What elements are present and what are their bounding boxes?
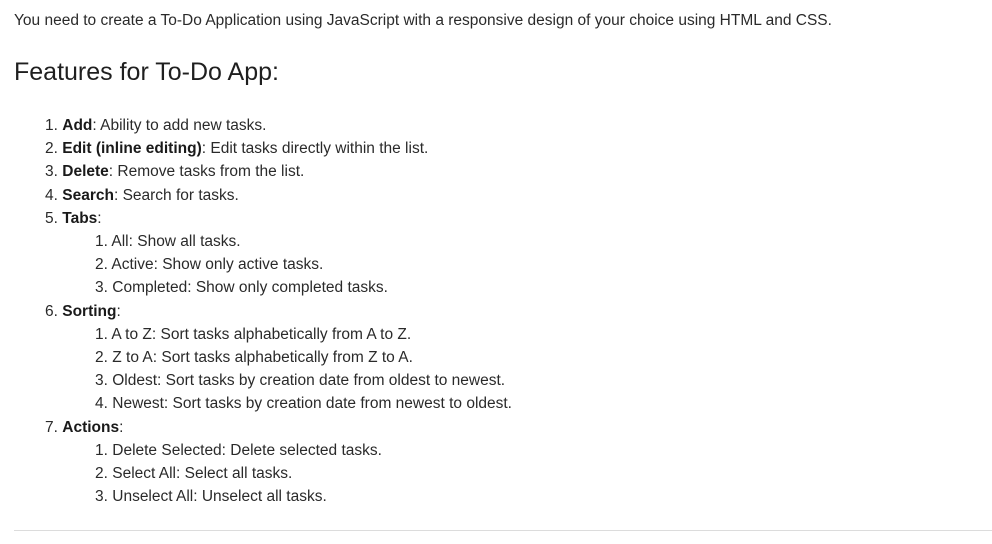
feature-term: Tabs: [62, 209, 98, 227]
sub-number: 2.: [95, 256, 108, 274]
feature-term: Search: [62, 186, 114, 204]
feature-item-actions: 7. Actions:: [45, 416, 512, 439]
sub-number: 1.: [95, 441, 108, 459]
feature-description: :: [116, 302, 121, 320]
feature-number: 5.: [45, 209, 58, 227]
feature-term: Edit (inline editing): [62, 140, 202, 158]
sub-text: All: Show all tasks.: [111, 233, 241, 251]
feature-number: 6.: [45, 302, 58, 320]
feature-item-add: 1. Add: Ability to add new tasks.: [45, 114, 512, 137]
sub-number: 3.: [95, 372, 108, 390]
feature-number: 2.: [45, 140, 58, 158]
feature-item-edit: 2. Edit (inline editing): Edit tasks dir…: [45, 137, 512, 160]
sub-text: Unselect All: Unselect all tasks.: [112, 488, 327, 506]
feature-number: 1.: [45, 117, 58, 134]
sub-item-sort-oldest: 3. Oldest: Sort tasks by creation date f…: [45, 369, 512, 392]
sub-number: 4.: [95, 395, 108, 413]
divider: [14, 530, 992, 531]
sub-text: Completed: Show only completed tasks.: [112, 279, 388, 297]
feature-item-search: 4. Search: Search for tasks.: [45, 184, 512, 207]
sub-text: Active: Show only active tasks.: [111, 256, 324, 274]
sub-item-unselect-all: 3. Unselect All: Unselect all tasks.: [45, 485, 512, 508]
feature-term: Sorting: [62, 302, 117, 320]
features-heading: Features for To-Do App:: [14, 58, 279, 86]
sub-item-sort-newest: 4. Newest: Sort tasks by creation date f…: [45, 392, 512, 415]
sub-item-delete-selected: 1. Delete Selected: Delete selected task…: [45, 439, 512, 462]
feature-number: 4.: [45, 186, 58, 204]
feature-term: Add: [62, 117, 93, 134]
sub-item-sort-z-to-a: 2. Z to A: Sort tasks alphabetically fro…: [45, 346, 512, 369]
sub-number: 1.: [95, 233, 108, 251]
sub-text: Oldest: Sort tasks by creation date from…: [112, 372, 506, 390]
sub-item-tabs-completed: 3. Completed: Show only completed tasks.: [45, 276, 512, 299]
feature-description: : Search for tasks.: [113, 186, 239, 204]
feature-term: Delete: [62, 163, 109, 181]
feature-item-sorting: 6. Sorting:: [45, 300, 512, 323]
feature-item-tabs: 5. Tabs:: [45, 207, 512, 230]
sub-item-sort-a-to-z: 1. A to Z: Sort tasks alphabetically fro…: [45, 323, 512, 346]
sub-text: Delete Selected: Delete selected tasks.: [112, 441, 382, 459]
sub-number: 3.: [95, 488, 108, 506]
sub-text: Newest: Sort tasks by creation date from…: [112, 395, 512, 413]
sub-text: Z to A: Sort tasks alphabetically from Z…: [112, 349, 413, 367]
feature-description: : Edit tasks directly within the list.: [201, 140, 429, 158]
sub-number: 2.: [95, 465, 108, 483]
sub-item-select-all: 2. Select All: Select all tasks.: [45, 462, 512, 485]
sub-item-tabs-active: 2. Active: Show only active tasks.: [45, 253, 512, 276]
feature-number: 3.: [45, 163, 58, 181]
sub-number: 3.: [95, 279, 108, 297]
features-list: 1. Add: Ability to add new tasks. 2. Edi…: [45, 114, 512, 508]
feature-description: :: [119, 418, 124, 436]
feature-description: : Remove tasks from the list.: [108, 163, 305, 181]
sub-text: Select All: Select all tasks.: [112, 465, 293, 483]
sub-number: 1.: [95, 325, 108, 343]
feature-item-delete: 3. Delete: Remove tasks from the list.: [45, 160, 512, 183]
feature-number: 7.: [45, 418, 58, 436]
sub-item-tabs-all: 1. All: Show all tasks.: [45, 230, 512, 253]
feature-description: :: [97, 209, 102, 227]
feature-term: Actions: [62, 418, 120, 436]
intro-paragraph: You need to create a To-Do Application u…: [14, 12, 832, 29]
sub-text: A to Z: Sort tasks alphabetically from A…: [111, 325, 412, 343]
feature-description: : Ability to add new tasks.: [92, 117, 267, 134]
sub-number: 2.: [95, 349, 108, 367]
